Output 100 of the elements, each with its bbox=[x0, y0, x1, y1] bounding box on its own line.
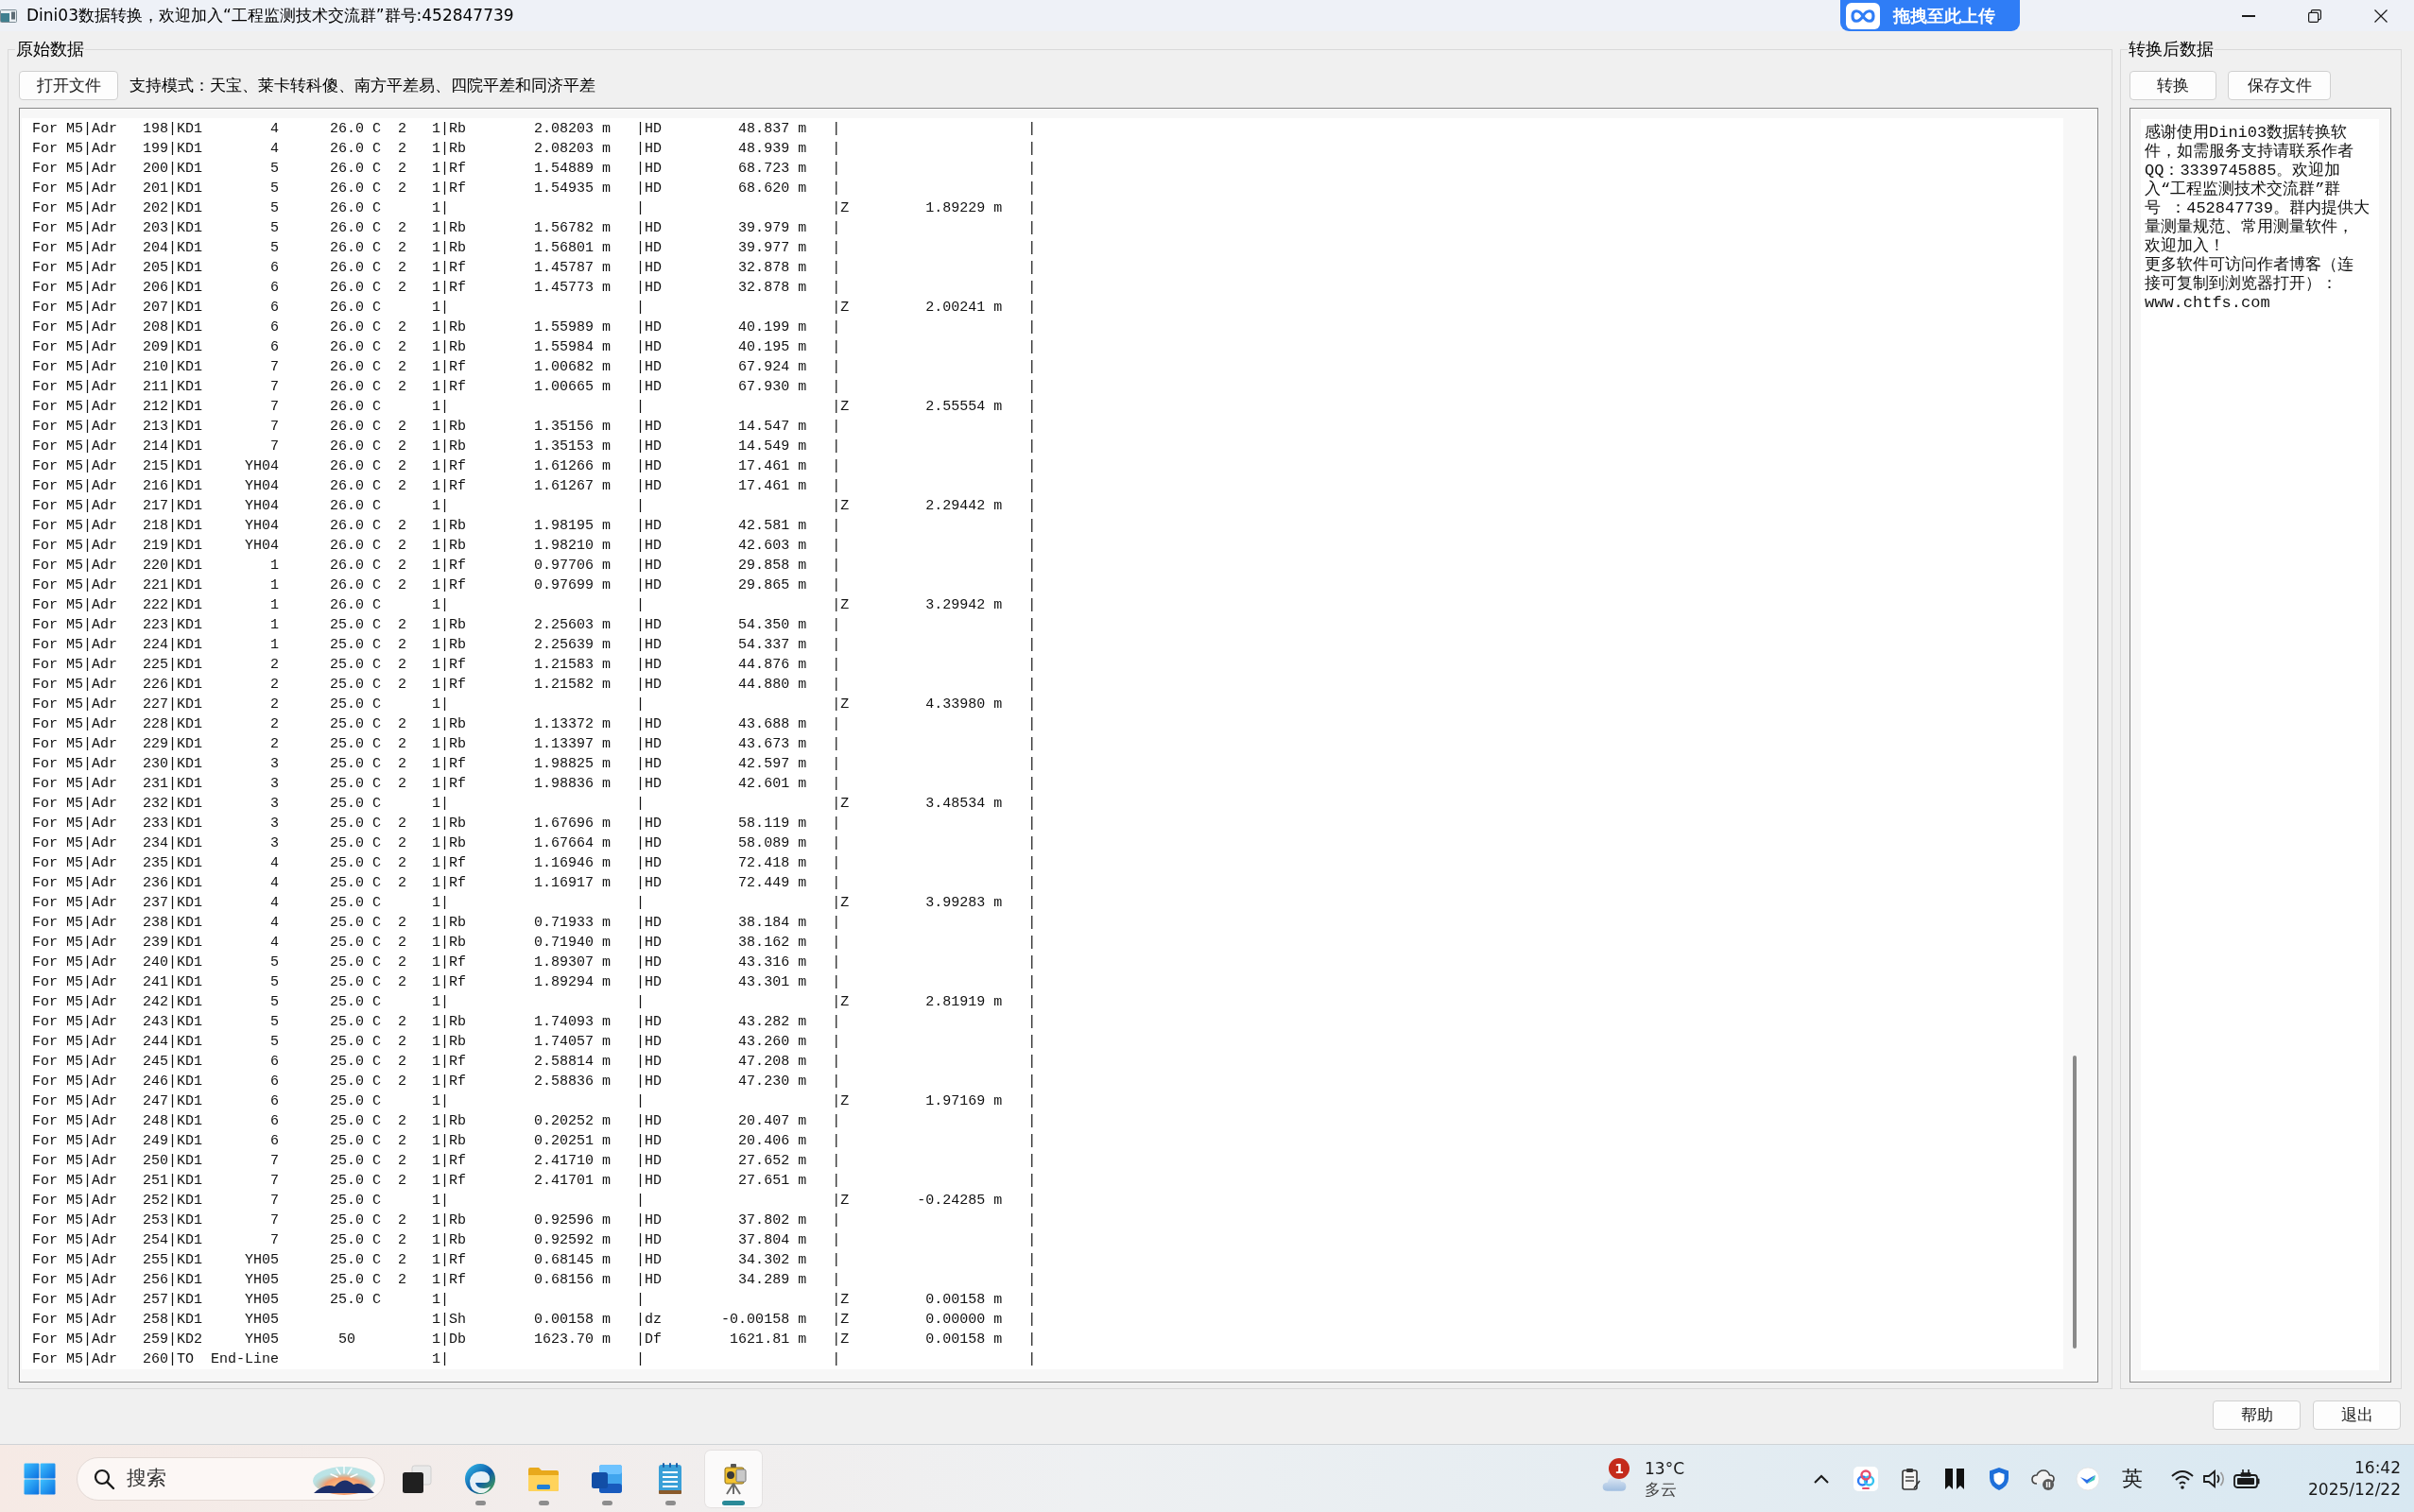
search-field[interactable]: 搜索 bbox=[127, 1463, 231, 1494]
four-squares-icon bbox=[23, 1461, 57, 1496]
weather-widget[interactable]: 1 13°C 多云 bbox=[1594, 1450, 1684, 1507]
data-line: For M5|Adr 226|KD1 2 25.0 C 2 1|Rf 1.21582 m |HD 44.880 m | | bbox=[32, 676, 1037, 695]
close-icon bbox=[2374, 9, 2388, 23]
search-bar[interactable]: 搜索 bbox=[77, 1456, 385, 1501]
data-line: For M5|Adr 230|KD1 3 25.0 C 2 1|Rf 1.98825 m |HD 42.597 m | | bbox=[32, 755, 1037, 774]
running-indicator bbox=[474, 1500, 486, 1505]
data-line: For M5|Adr 253|KD1 7 25.0 C 2 1|Rb 0.92596 m |HD 37.802 m | | bbox=[32, 1211, 1037, 1230]
data-line: For M5|Adr 225|KD1 2 25.0 C 2 1|Rf 1.21583 m |HD 44.876 m | | bbox=[32, 656, 1037, 675]
data-line: For M5|Adr 256|KD1 YH05 25.0 C 2 1|Rf 0.68156 m |HD 34.289 m | | bbox=[32, 1271, 1037, 1290]
running-indicator bbox=[538, 1500, 549, 1505]
supported-modes-text: 支持模式：天宝、莱卡转科傻、南方平差易、四院平差和同济平差 bbox=[129, 74, 595, 96]
convert-button[interactable]: 转换 bbox=[2129, 71, 2216, 100]
result-text-area[interactable]: 感谢使用Dini03数据转换软 件，如需服务支持请联系作者 QQ：3339745885。欢迎加 入“工程监测技术交流群”群 号 ：452847739。群内提供大 量测量规范、常用测量软件， 欢迎加入！ 更多软件可访问作者博客（连 接可复制到浏览器打开）： www.chtfs.com bbox=[2129, 108, 2391, 1383]
help-button[interactable]: 帮助 bbox=[2213, 1400, 2301, 1430]
data-line: For M5|Adr 249|KD1 6 25.0 C 2 1|Rb 0.20251 m |HD 20.406 m | | bbox=[32, 1132, 1037, 1151]
restore-icon bbox=[2308, 9, 2321, 23]
data-line: For M5|Adr 241|KD1 5 25.0 C 2 1|Rf 1.89294 m |HD 43.301 m | | bbox=[32, 973, 1037, 992]
data-line: For M5|Adr 248|KD1 6 25.0 C 2 1|Rb 0.20252 m |HD 20.407 m | | bbox=[32, 1112, 1037, 1131]
notification-badge: 1 bbox=[1609, 1457, 1629, 1479]
data-line: For M5|Adr 232|KD1 3 25.0 C 1| | |Z 3.48534 m | bbox=[32, 795, 1037, 814]
data-line: For M5|Adr 227|KD1 2 25.0 C 1| | |Z 4.33980 m | bbox=[32, 696, 1037, 714]
group-title: 原始数据 bbox=[15, 39, 85, 60]
data-line: For M5|Adr 245|KD1 6 25.0 C 2 1|Rf 2.58814 m |HD 47.208 m | | bbox=[32, 1053, 1037, 1072]
data-line: For M5|Adr 217|KD1 YH04 26.0 C 1| | |Z 2.29442 m | bbox=[32, 497, 1037, 516]
data-line: For M5|Adr 204|KD1 5 26.0 C 2 1|Rb 1.56801 m |HD 39.977 m | | bbox=[32, 239, 1037, 258]
running-indicator bbox=[722, 1500, 745, 1505]
data-line: For M5|Adr 216|KD1 YH04 26.0 C 2 1|Rf 1.61267 m |HD 17.461 m | | bbox=[32, 477, 1037, 496]
weather-condition-text: 多云 bbox=[1645, 1478, 1677, 1500]
data-line: For M5|Adr 260|TO End-Line 1| | | | bbox=[32, 1350, 1037, 1369]
data-line: For M5|Adr 244|KD1 5 25.0 C 2 1|Rb 1.74057 m |HD 43.260 m | | bbox=[32, 1033, 1037, 1052]
data-line: For M5|Adr 222|KD1 1 26.0 C 1| | |Z 3.29942 m | bbox=[32, 596, 1037, 615]
running-indicator bbox=[601, 1500, 612, 1505]
data-line: For M5|Adr 223|KD1 1 25.0 C 2 1|Rb 2.25603 m |HD 54.350 m | | bbox=[32, 616, 1037, 635]
swoosh-icon bbox=[2076, 1466, 2100, 1491]
data-line: For M5|Adr 202|KD1 5 26.0 C 1| | |Z 1.89229 m | bbox=[32, 199, 1037, 218]
data-line: For M5|Adr 237|KD1 4 25.0 C 1| | |Z 3.99283 m | bbox=[32, 894, 1037, 913]
data-line: For M5|Adr 207|KD1 6 26.0 C 1| | |Z 2.00241 m | bbox=[32, 299, 1037, 318]
data-line: For M5|Adr 255|KD1 YH05 25.0 C 2 1|Rf 0.68145 m |HD 34.302 m | | bbox=[32, 1251, 1037, 1270]
data-line: For M5|Adr 254|KD1 7 25.0 C 2 1|Rb 0.92592 m |HD 37.804 m | | bbox=[32, 1231, 1037, 1250]
data-line: For M5|Adr 235|KD1 4 25.0 C 2 1|Rf 1.16946 m |HD 72.418 m | | bbox=[32, 854, 1037, 873]
data-line: For M5|Adr 203|KD1 5 26.0 C 2 1|Rb 1.56782 m |HD 39.979 m | | bbox=[32, 219, 1037, 238]
data-line: For M5|Adr 242|KD1 5 25.0 C 1| | |Z 2.81919 m | bbox=[32, 993, 1037, 1012]
data-line: For M5|Adr 259|KD2 YH05 50 1|Db 1623.70 m |Df 1621.81 m |Z 0.00158 m | bbox=[32, 1331, 1037, 1349]
data-line: For M5|Adr 247|KD1 6 25.0 C 1| | |Z 1.97169 m | bbox=[32, 1092, 1037, 1111]
data-line: For M5|Adr 211|KD1 7 26.0 C 2 1|Rf 1.00665 m |HD 67.930 m | | bbox=[32, 378, 1037, 397]
open-file-button[interactable]: 打开文件 bbox=[19, 71, 118, 100]
data-line: For M5|Adr 209|KD1 6 26.0 C 2 1|Rb 1.55984 m |HD 40.195 m | | bbox=[32, 338, 1037, 357]
data-line: For M5|Adr 224|KD1 1 25.0 C 2 1|Rb 2.25639 m |HD 54.337 m | | bbox=[32, 636, 1037, 655]
data-line: For M5|Adr 234|KD1 3 25.0 C 2 1|Rb 1.67664 m |HD 58.089 m | | bbox=[32, 834, 1037, 853]
data-line: For M5|Adr 218|KD1 YH04 26.0 C 2 1|Rb 1.98195 m |HD 42.581 m | | bbox=[32, 517, 1037, 536]
clock-button[interactable]: 16:42 2025/12/22 bbox=[2308, 1456, 2401, 1501]
input-mode-button[interactable]: 英 bbox=[2113, 1459, 2151, 1498]
data-line: For M5|Adr 206|KD1 6 26.0 C 2 1|Rf 1.45773 m |HD 32.878 m | | bbox=[32, 279, 1037, 298]
data-line: For M5|Adr 220|KD1 1 26.0 C 2 1|Rf 0.97706 m |HD 29.858 m | | bbox=[32, 557, 1037, 576]
info-text: 感谢使用Dini03数据转换软 件，如需服务支持请联系作者 QQ：3339745885。欢迎加 入“工程监测技术交流群”群 号 ：452847739。群内提供大 量测量规范、常用测量软件， 欢迎加入！ 更多软件可访问作者博客（连 接可复制到浏览器打开）： www.chtfs.com bbox=[2145, 124, 2371, 313]
save-file-button[interactable]: 保存文件 bbox=[2228, 71, 2331, 100]
infinity-logo-icon bbox=[1846, 2, 1880, 29]
data-line: For M5|Adr 252|KD1 7 25.0 C 1| | |Z -0.24285 m | bbox=[32, 1192, 1037, 1211]
data-line: For M5|Adr 213|KD1 7 26.0 C 2 1|Rb 1.35156 m |HD 14.547 m | | bbox=[32, 418, 1037, 437]
upload-label: 拖拽至此上传 bbox=[1893, 5, 1995, 27]
data-line: For M5|Adr 208|KD1 6 26.0 C 2 1|Rb 1.55989 m |HD 40.199 m | | bbox=[32, 318, 1037, 337]
data-line: For M5|Adr 210|KD1 7 26.0 C 2 1|Rf 1.00682 m |HD 67.924 m | | bbox=[32, 358, 1037, 377]
data-line: For M5|Adr 214|KD1 7 26.0 C 2 1|Rb 1.35153 m |HD 14.549 m | | bbox=[32, 438, 1037, 456]
data-line: For M5|Adr 233|KD1 3 25.0 C 2 1|Rb 1.67696 m |HD 58.119 m | | bbox=[32, 815, 1037, 833]
upload-drop-zone[interactable]: 拖拽至此上传 bbox=[1840, 0, 2020, 31]
bookmarks-icon bbox=[1942, 1466, 1967, 1491]
data-line: For M5|Adr 201|KD1 5 26.0 C 2 1|Rf 1.54935 m |HD 68.620 m | | bbox=[32, 180, 1037, 198]
data-line: For M5|Adr 221|KD1 1 26.0 C 2 1|Rf 0.97699 m |HD 29.865 m | | bbox=[32, 576, 1037, 595]
window-title: Dini03数据转换，欢迎加入“工程监测技术交流群”群号:452847739 bbox=[26, 5, 514, 26]
data-line: For M5|Adr 229|KD1 2 25.0 C 2 1|Rb 1.13397 m |HD 43.673 m | | bbox=[32, 735, 1037, 754]
data-line: For M5|Adr 205|KD1 6 26.0 C 2 1|Rf 1.45787 m |HD 32.878 m | | bbox=[32, 259, 1037, 278]
data-line: For M5|Adr 246|KD1 6 25.0 C 2 1|Rf 2.58836 m |HD 47.230 m | | bbox=[32, 1073, 1037, 1091]
data-line: For M5|Adr 243|KD1 5 25.0 C 2 1|Rb 1.74093 m |HD 43.282 m | | bbox=[32, 1013, 1037, 1032]
group-title: 转换后数据 bbox=[2128, 39, 2215, 60]
data-line: For M5|Adr 258|KD1 YH05 1|Sh 0.00158 m |dz -0.00158 m |Z 0.00000 m | bbox=[32, 1311, 1037, 1330]
exit-button[interactable]: 退出 bbox=[2313, 1400, 2401, 1430]
data-line: For M5|Adr 215|KD1 YH04 26.0 C 2 1|Rf 1.61266 m |HD 17.461 m | | bbox=[32, 457, 1037, 476]
data-line: For M5|Adr 250|KD1 7 25.0 C 2 1|Rf 2.41710 m |HD 27.652 m | | bbox=[32, 1152, 1037, 1171]
data-line: For M5|Adr 198|KD1 4 26.0 C 2 1|Rb 2.08203 m |HD 48.837 m | | bbox=[32, 120, 1037, 139]
shield-icon bbox=[1987, 1466, 2011, 1491]
search-icon bbox=[93, 1467, 115, 1490]
data-line: For M5|Adr 219|KD1 YH04 26.0 C 2 1|Rb 1.98210 m |HD 42.603 m | | bbox=[32, 537, 1037, 556]
clock-date: 2025/12/22 bbox=[2308, 1478, 2401, 1501]
running-indicator bbox=[664, 1500, 676, 1505]
data-line: For M5|Adr 257|KD1 YH05 25.0 C 1| | |Z 0.00158 m | bbox=[32, 1291, 1037, 1310]
temperature-text: 13°C bbox=[1645, 1457, 1684, 1479]
data-line: For M5|Adr 228|KD1 2 25.0 C 2 1|Rb 1.13372 m |HD 43.688 m | | bbox=[32, 715, 1037, 734]
clock-time: 16:42 bbox=[2354, 1456, 2401, 1479]
data-line: For M5|Adr 251|KD1 7 25.0 C 2 1|Rf 2.41701 m |HD 27.651 m | | bbox=[32, 1172, 1037, 1191]
data-line: For M5|Adr 212|KD1 7 26.0 C 1| | |Z 2.55554 m | bbox=[32, 398, 1037, 417]
rings-icon bbox=[1854, 1466, 1878, 1491]
data-line: For M5|Adr 200|KD1 5 26.0 C 2 1|Rf 1.54889 m |HD 68.723 m | | bbox=[32, 160, 1037, 179]
data-line: For M5|Adr 231|KD1 3 25.0 C 2 1|Rf 1.98836 m |HD 42.601 m | | bbox=[32, 775, 1037, 794]
data-line: For M5|Adr 236|KD1 4 25.0 C 2 1|Rf 1.16917 m |HD 72.449 m | | bbox=[32, 874, 1037, 893]
data-line: For M5|Adr 199|KD1 4 26.0 C 2 1|Rb 2.08203 m |HD 48.939 m | | bbox=[32, 140, 1037, 159]
minimize-icon bbox=[2242, 14, 2255, 17]
data-line: For M5|Adr 238|KD1 4 25.0 C 2 1|Rb 0.71933 m |HD 38.184 m | | bbox=[32, 914, 1037, 933]
data-line: For M5|Adr 240|KD1 5 25.0 C 2 1|Rf 1.89307 m |HD 43.316 m | | bbox=[32, 954, 1037, 972]
